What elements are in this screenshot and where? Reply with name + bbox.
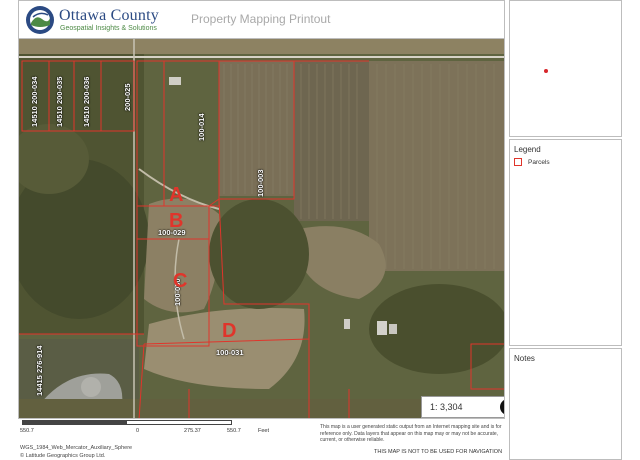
annotation-d: D <box>222 320 237 342</box>
north-arrow-icon <box>500 399 504 415</box>
projection-info: WGS_1984_Web_Mercator_Auxiliary_Sphere ©… <box>20 444 132 460</box>
copyright: © Latitude Geographics Group Ltd. <box>20 453 106 459</box>
legend-item-parcels: Parcels <box>514 158 550 166</box>
ottawa-county-logo <box>26 6 54 34</box>
scale-bar-tick: 550.7 <box>227 428 241 434</box>
parcel-label: 100-003 <box>256 169 265 197</box>
notes-title: Notes <box>514 354 535 363</box>
scale-bar-tick: 275.37 <box>184 428 201 434</box>
org-tagline: Geospatial Insights & Solutions <box>60 25 157 32</box>
legend-panel: Legend Parcels <box>509 139 622 346</box>
map-scale-box: 1: 3,304 <box>421 396 504 418</box>
annotation-a: A <box>169 184 184 206</box>
parcel-label: 14510 200-034 <box>30 76 39 127</box>
location-marker-icon <box>544 69 548 73</box>
map-view[interactable]: 14510 200-034 14510 200-035 14510 200-03… <box>18 38 505 419</box>
parcel-label: 14510 200-035 <box>55 76 64 127</box>
navigation-warning: THIS MAP IS NOT TO BE USED FOR NAVIGATIO… <box>374 449 503 455</box>
legend-item-label: Parcels <box>528 158 550 166</box>
print-header: Ottawa County Geospatial Insights & Solu… <box>18 0 505 38</box>
org-name: Ottawa County <box>59 7 159 24</box>
notes-panel: Notes <box>509 348 622 460</box>
parcel-label: 14510 200-036 <box>82 76 91 127</box>
map-scale: 1: 3,304 <box>430 402 463 412</box>
overview-map <box>509 0 622 137</box>
scale-bar-tick: 0 <box>136 428 140 434</box>
scale-bar-tick: 550.7 <box>20 428 34 434</box>
page-title: Property Mapping Printout <box>191 12 331 26</box>
parcel-swatch-icon <box>514 158 522 166</box>
parcel-label: 200-025 <box>123 83 132 111</box>
aerial-imagery <box>19 39 504 418</box>
scale-bar-unit: Feet <box>258 428 270 434</box>
projection-name: WGS_1984_Web_Mercator_Auxiliary_Sphere <box>20 445 133 451</box>
annotation-b: B <box>169 210 184 232</box>
annotation-c: C <box>173 270 188 292</box>
legend-title: Legend <box>514 145 541 154</box>
parcel-label: 14415 276-914 <box>35 345 44 396</box>
disclaimer: This map is a user generated static outp… <box>320 424 502 443</box>
parcel-label: 100-014 <box>197 113 206 141</box>
scale-bar <box>22 420 232 425</box>
parcel-label: 100-031 <box>216 348 244 357</box>
